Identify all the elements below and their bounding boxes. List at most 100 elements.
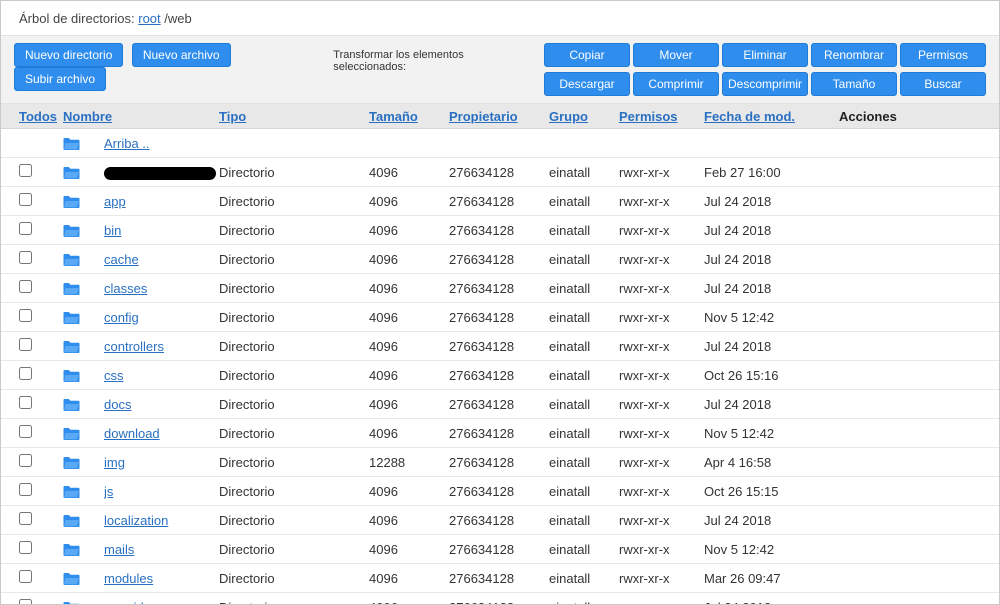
- file-type: Directorio: [219, 164, 275, 180]
- file-owner: 276634128: [449, 425, 515, 441]
- file-permissions: rwxr-xr-x: [619, 483, 670, 499]
- file-modified-date: Nov 5 12:42: [704, 541, 775, 557]
- file-group: einatall: [549, 454, 591, 470]
- folder-icon: [63, 456, 80, 469]
- row-checkbox[interactable]: [19, 280, 32, 293]
- breadcrumb-root-link[interactable]: root: [138, 11, 160, 26]
- row-checkbox[interactable]: [19, 309, 32, 322]
- transform-label: Transformar los elementos seleccionados:: [333, 49, 464, 73]
- file-owner: 276634128: [449, 541, 515, 557]
- breadcrumb-label: Árbol de directorios:: [19, 11, 135, 26]
- header-group[interactable]: Grupo: [549, 109, 619, 124]
- search-button[interactable]: Buscar: [900, 72, 986, 96]
- file-modified-date: Jul 24 2018: [704, 280, 772, 296]
- file-group: einatall: [549, 222, 591, 238]
- table-row: config Directorio 4096 276634128 einatal…: [1, 303, 999, 332]
- header-owner[interactable]: Propietario: [449, 109, 549, 124]
- file-name-link[interactable]: js: [104, 484, 113, 499]
- folder-icon: [63, 224, 80, 237]
- folder-icon: [63, 398, 80, 411]
- table-row: download Directorio 4096 276634128 einat…: [1, 419, 999, 448]
- table-row: css Directorio 4096 276634128 einatall r…: [1, 361, 999, 390]
- file-owner: 276634128: [449, 570, 515, 586]
- file-name-link[interactable]: controllers: [104, 339, 164, 354]
- new-file-button[interactable]: Nuevo archivo: [131, 43, 231, 67]
- file-name-link[interactable]: cache: [104, 252, 139, 267]
- selection-actions: Transformar los elementos seleccionados:…: [333, 43, 986, 96]
- file-name-link[interactable]: bin: [104, 223, 121, 238]
- file-type: Directorio: [219, 338, 275, 354]
- row-checkbox[interactable]: [19, 396, 32, 409]
- header-permissions[interactable]: Permisos: [619, 109, 704, 124]
- row-checkbox[interactable]: [19, 425, 32, 438]
- file-name-link[interactable]: config: [104, 310, 139, 325]
- row-checkbox[interactable]: [19, 338, 32, 351]
- file-modified-date: Jul 24 2018: [704, 222, 772, 238]
- file-size: 4096: [369, 425, 398, 441]
- file-owner: 276634128: [449, 367, 515, 383]
- row-checkbox[interactable]: [19, 454, 32, 467]
- size-button[interactable]: Tamaño: [811, 72, 897, 96]
- row-checkbox[interactable]: [19, 251, 32, 264]
- header-name[interactable]: Nombre: [63, 109, 219, 124]
- header-size[interactable]: Tamaño: [369, 109, 449, 124]
- row-checkbox[interactable]: [19, 483, 32, 496]
- row-checkbox[interactable]: [19, 599, 32, 604]
- header-actions: Acciones: [839, 108, 897, 124]
- header-modified-date[interactable]: Fecha de mod.: [704, 109, 839, 124]
- file-modified-date: Jul 24 2018: [704, 251, 772, 267]
- compress-button[interactable]: Comprimir: [633, 72, 719, 96]
- file-type: Directorio: [219, 222, 275, 238]
- file-name-link[interactable]: download: [104, 426, 160, 441]
- file-name-link[interactable]: localization: [104, 513, 168, 528]
- new-directory-button[interactable]: Nuevo directorio: [14, 43, 124, 67]
- file-type: Directorio: [219, 600, 369, 605]
- table-row: mails Directorio 4096 276634128 einatall…: [1, 535, 999, 564]
- up-directory-link[interactable]: Arriba ..: [104, 136, 150, 151]
- row-checkbox[interactable]: [19, 164, 32, 177]
- file-permissions: rwxr-xr-x: [619, 600, 704, 605]
- file-name-link[interactable]: modules: [104, 571, 153, 586]
- decompress-button[interactable]: Descomprimir: [722, 72, 808, 96]
- file-permissions: rwxr-xr-x: [619, 164, 670, 180]
- copy-button[interactable]: Copiar: [544, 43, 630, 67]
- folder-icon: [63, 543, 80, 556]
- move-button[interactable]: Mover: [633, 43, 719, 67]
- row-checkbox[interactable]: [19, 222, 32, 235]
- table-row: localization Directorio 4096 276634128 e…: [1, 506, 999, 535]
- file-name-link[interactable]: docs: [104, 397, 131, 412]
- folder-icon: [63, 137, 80, 150]
- row-checkbox[interactable]: [19, 512, 32, 525]
- row-checkbox[interactable]: [19, 570, 32, 583]
- file-modified-date: Nov 5 12:42: [704, 309, 775, 325]
- row-checkbox[interactable]: [19, 367, 32, 380]
- row-checkbox[interactable]: [19, 193, 32, 206]
- upload-file-button[interactable]: Subir archivo: [14, 67, 107, 91]
- file-owner: 276634128: [449, 396, 515, 412]
- file-group: einatall: [549, 396, 591, 412]
- file-owner: 276634128: [449, 338, 515, 354]
- delete-button[interactable]: Eliminar: [722, 43, 808, 67]
- file-permissions: rwxr-xr-x: [619, 396, 670, 412]
- file-name-link[interactable]: css: [104, 368, 124, 383]
- file-name-link[interactable]: app: [104, 194, 126, 209]
- file-name-link[interactable]: classes: [104, 281, 147, 296]
- file-size: 4096: [369, 164, 398, 180]
- file-name-link[interactable]: img: [104, 455, 125, 470]
- file-name-link[interactable]: override: [104, 600, 151, 605]
- permissions-button[interactable]: Permisos: [900, 43, 986, 67]
- file-type: Directorio: [219, 309, 275, 325]
- file-modified-date: Nov 5 12:42: [704, 425, 775, 441]
- redacted-name: [104, 166, 216, 180]
- file-modified-date: Jul 24 2018: [704, 600, 839, 605]
- header-select-all[interactable]: Todos: [19, 109, 63, 124]
- download-button[interactable]: Descargar: [544, 72, 630, 96]
- header-type[interactable]: Tipo: [219, 109, 369, 124]
- file-manager-page: Árbol de directorios: root /web Nuevo di…: [0, 0, 1000, 605]
- file-size: 4096: [369, 222, 398, 238]
- table-row: Directorio 4096 276634128 einatall rwxr-…: [1, 158, 999, 187]
- row-checkbox[interactable]: [19, 541, 32, 554]
- file-owner: 276634128: [449, 193, 515, 209]
- file-name-link[interactable]: mails: [104, 542, 134, 557]
- rename-button[interactable]: Renombrar: [811, 43, 897, 67]
